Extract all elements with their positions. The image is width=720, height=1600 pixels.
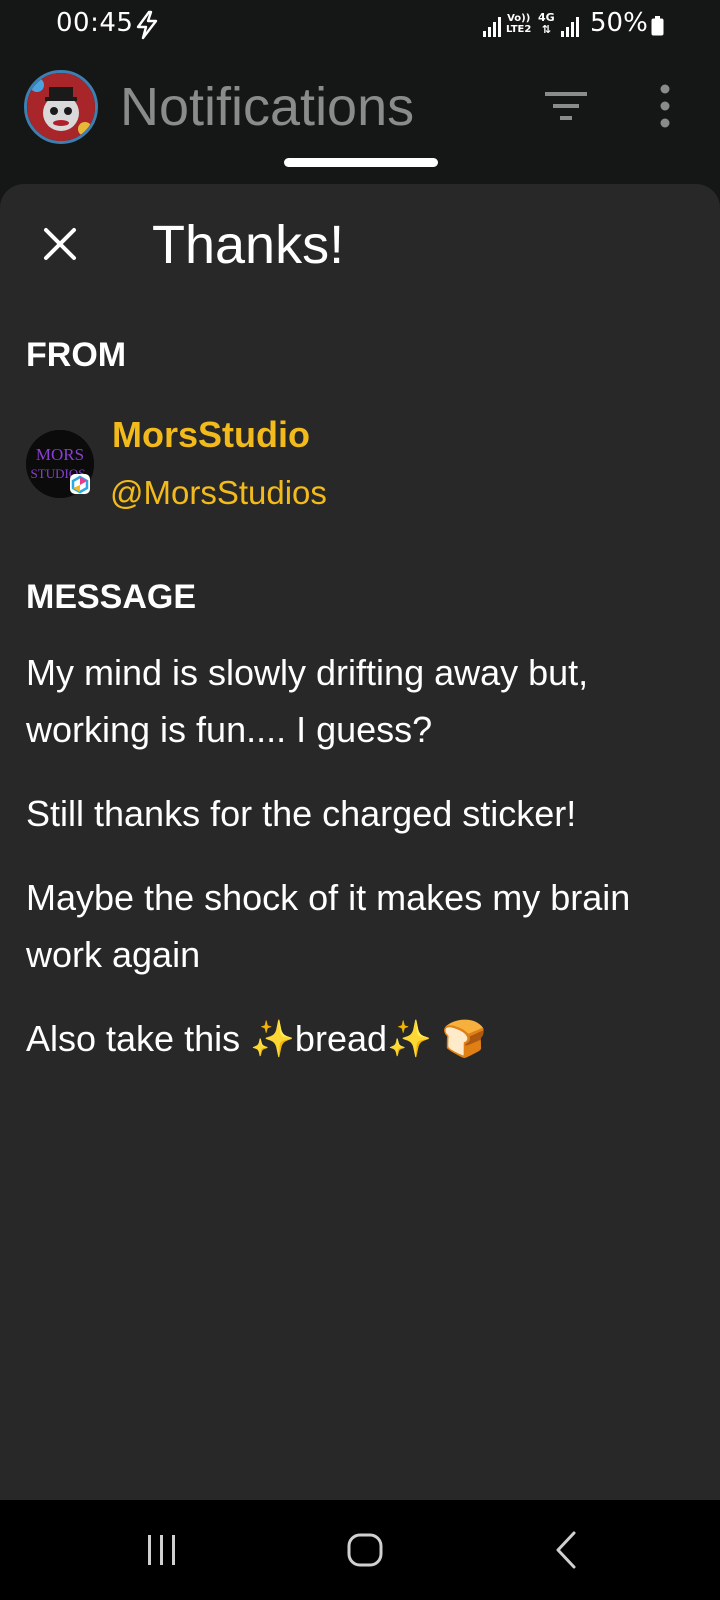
message-label: MESSAGE [26, 578, 197, 616]
screen: 00:45 Vo)) LTE2 4G ⇅ 50% Notifications T… [0, 0, 720, 1600]
sheet-title: Thanks! [152, 215, 345, 275]
recents-icon[interactable] [144, 1533, 180, 1567]
message-body: My mind is slowly drifting away but, wor… [26, 644, 696, 1094]
sender-handle[interactable]: @MorsStudios [110, 474, 327, 512]
avatar-image [27, 73, 95, 141]
status-time: 00:45 [56, 8, 134, 38]
volte-indicator: Vo)) LTE2 [506, 13, 531, 35]
page-title: Notifications [120, 77, 415, 137]
back-icon[interactable] [554, 1530, 578, 1570]
signal-icon-2 [561, 17, 579, 37]
sender-avatar-text-1: MORS [36, 445, 84, 464]
signal-icon [483, 17, 501, 37]
message-paragraph: My mind is slowly drifting away but, wor… [26, 652, 589, 750]
drag-handle[interactable] [284, 158, 438, 167]
navigation-bar [0, 1500, 720, 1600]
volte-line-1: Vo)) [507, 13, 531, 24]
network-indicator: 4G ⇅ [538, 12, 555, 36]
volte-line-2: LTE2 [506, 24, 532, 35]
close-icon[interactable] [40, 224, 80, 264]
app-bar: Notifications [0, 54, 720, 180]
data-arrows-icon: ⇅ [541, 23, 551, 36]
avatar[interactable] [24, 70, 98, 144]
from-label: FROM [26, 336, 127, 374]
more-vert-icon[interactable] [655, 84, 675, 128]
filter-icon[interactable] [545, 90, 587, 122]
sender-avatar-image: MORS STUDIOS [26, 430, 94, 498]
notification-detail-sheet: Thanks! FROM MORS STUDIOS MorsStudio @Mo… [0, 184, 720, 1500]
sender-name[interactable]: MorsStudio [112, 414, 310, 456]
message-paragraph: Still thanks for the charged sticker! [26, 793, 577, 834]
battery-percent: 50% [590, 8, 648, 38]
sender-avatar[interactable]: MORS STUDIOS [26, 430, 94, 498]
battery-icon [651, 16, 664, 36]
bolt-icon [136, 10, 158, 40]
status-bar: 00:45 Vo)) LTE2 4G ⇅ 50% [0, 0, 720, 54]
message-paragraph: Also take this ✨bread✨ 🍞 [26, 1018, 487, 1059]
home-icon[interactable] [346, 1532, 384, 1568]
message-paragraph: Maybe the shock of it makes my brain wor… [26, 877, 631, 975]
